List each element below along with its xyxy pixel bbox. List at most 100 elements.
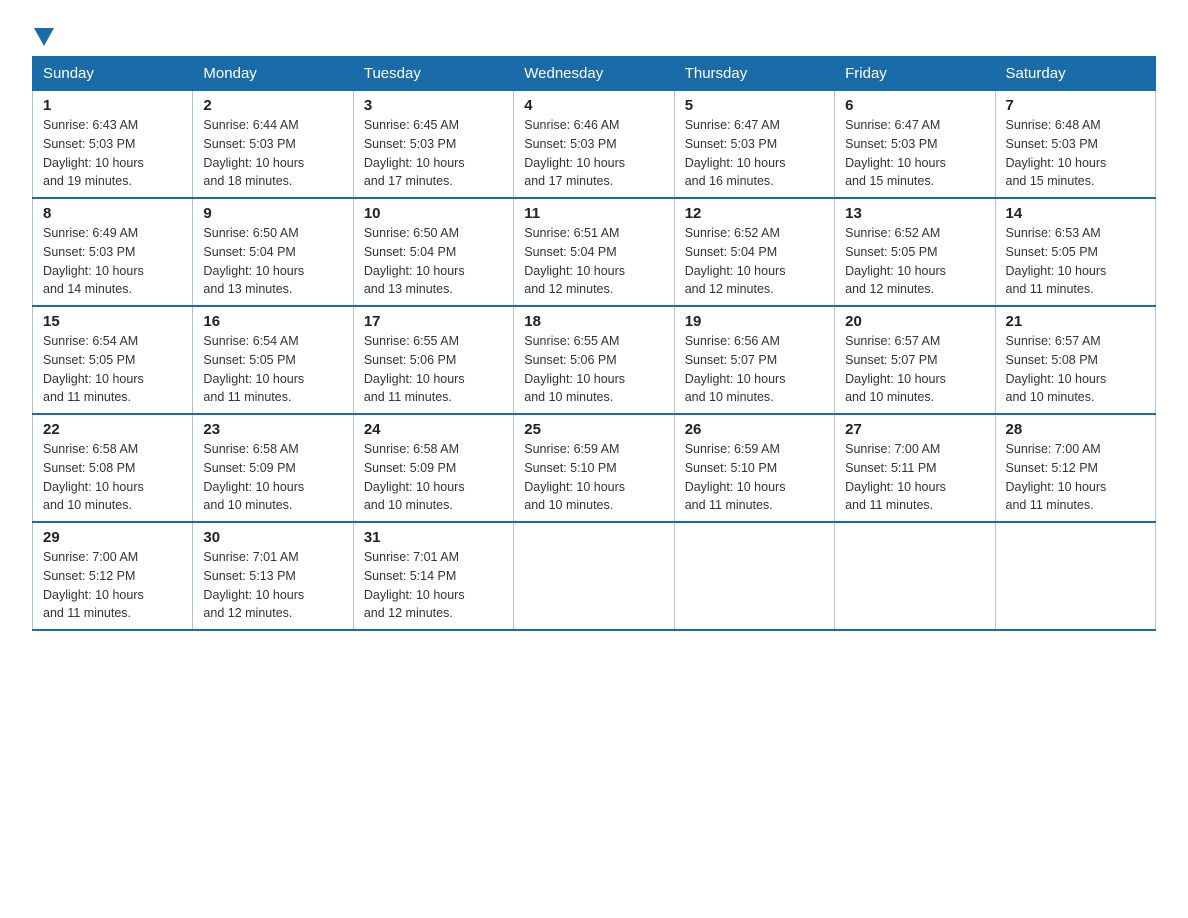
calendar-day-cell: 24 Sunrise: 6:58 AM Sunset: 5:09 PM Dayl… bbox=[353, 414, 513, 522]
day-info: Sunrise: 6:46 AM Sunset: 5:03 PM Dayligh… bbox=[524, 116, 663, 191]
day-number: 14 bbox=[1006, 205, 1145, 222]
calendar-day-cell: 25 Sunrise: 6:59 AM Sunset: 5:10 PM Dayl… bbox=[514, 414, 674, 522]
day-number: 7 bbox=[1006, 97, 1145, 114]
day-number: 18 bbox=[524, 313, 663, 330]
day-number: 6 bbox=[845, 97, 984, 114]
day-info: Sunrise: 6:55 AM Sunset: 5:06 PM Dayligh… bbox=[524, 332, 663, 407]
calendar-day-cell: 10 Sunrise: 6:50 AM Sunset: 5:04 PM Dayl… bbox=[353, 198, 513, 306]
logo-triangle-icon bbox=[34, 28, 54, 46]
calendar-day-cell: 15 Sunrise: 6:54 AM Sunset: 5:05 PM Dayl… bbox=[33, 306, 193, 414]
day-info: Sunrise: 6:50 AM Sunset: 5:04 PM Dayligh… bbox=[364, 224, 503, 299]
day-number: 29 bbox=[43, 529, 182, 546]
day-info: Sunrise: 6:51 AM Sunset: 5:04 PM Dayligh… bbox=[524, 224, 663, 299]
day-info: Sunrise: 6:54 AM Sunset: 5:05 PM Dayligh… bbox=[43, 332, 182, 407]
calendar-day-cell: 30 Sunrise: 7:01 AM Sunset: 5:13 PM Dayl… bbox=[193, 522, 353, 630]
day-number: 30 bbox=[203, 529, 342, 546]
weekday-header-tuesday: Tuesday bbox=[353, 57, 513, 91]
day-info: Sunrise: 7:01 AM Sunset: 5:13 PM Dayligh… bbox=[203, 548, 342, 623]
calendar-day-cell: 12 Sunrise: 6:52 AM Sunset: 5:04 PM Dayl… bbox=[674, 198, 834, 306]
day-info: Sunrise: 7:00 AM Sunset: 5:12 PM Dayligh… bbox=[1006, 440, 1145, 515]
day-number: 31 bbox=[364, 529, 503, 546]
day-info: Sunrise: 6:50 AM Sunset: 5:04 PM Dayligh… bbox=[203, 224, 342, 299]
day-number: 15 bbox=[43, 313, 182, 330]
calendar-day-cell: 22 Sunrise: 6:58 AM Sunset: 5:08 PM Dayl… bbox=[33, 414, 193, 522]
calendar-day-cell bbox=[514, 522, 674, 630]
calendar-week-row: 15 Sunrise: 6:54 AM Sunset: 5:05 PM Dayl… bbox=[33, 306, 1156, 414]
day-number: 16 bbox=[203, 313, 342, 330]
calendar-day-cell: 26 Sunrise: 6:59 AM Sunset: 5:10 PM Dayl… bbox=[674, 414, 834, 522]
calendar-week-row: 1 Sunrise: 6:43 AM Sunset: 5:03 PM Dayli… bbox=[33, 91, 1156, 199]
weekday-header-friday: Friday bbox=[835, 57, 995, 91]
day-number: 5 bbox=[685, 97, 824, 114]
calendar-day-cell: 5 Sunrise: 6:47 AM Sunset: 5:03 PM Dayli… bbox=[674, 91, 834, 199]
day-number: 17 bbox=[364, 313, 503, 330]
day-number: 21 bbox=[1006, 313, 1145, 330]
day-number: 22 bbox=[43, 421, 182, 438]
calendar-day-cell bbox=[835, 522, 995, 630]
day-info: Sunrise: 6:44 AM Sunset: 5:03 PM Dayligh… bbox=[203, 116, 342, 191]
calendar-day-cell: 23 Sunrise: 6:58 AM Sunset: 5:09 PM Dayl… bbox=[193, 414, 353, 522]
day-number: 28 bbox=[1006, 421, 1145, 438]
calendar-body: 1 Sunrise: 6:43 AM Sunset: 5:03 PM Dayli… bbox=[33, 91, 1156, 631]
day-info: Sunrise: 6:53 AM Sunset: 5:05 PM Dayligh… bbox=[1006, 224, 1145, 299]
calendar-day-cell: 8 Sunrise: 6:49 AM Sunset: 5:03 PM Dayli… bbox=[33, 198, 193, 306]
day-number: 11 bbox=[524, 205, 663, 222]
weekday-header-saturday: Saturday bbox=[995, 57, 1155, 91]
calendar-day-cell bbox=[674, 522, 834, 630]
calendar-day-cell: 29 Sunrise: 7:00 AM Sunset: 5:12 PM Dayl… bbox=[33, 522, 193, 630]
day-number: 27 bbox=[845, 421, 984, 438]
calendar-week-row: 22 Sunrise: 6:58 AM Sunset: 5:08 PM Dayl… bbox=[33, 414, 1156, 522]
day-number: 3 bbox=[364, 97, 503, 114]
day-info: Sunrise: 6:52 AM Sunset: 5:04 PM Dayligh… bbox=[685, 224, 824, 299]
day-number: 26 bbox=[685, 421, 824, 438]
page-header bbox=[32, 24, 1156, 46]
calendar-day-cell: 27 Sunrise: 7:00 AM Sunset: 5:11 PM Dayl… bbox=[835, 414, 995, 522]
calendar-day-cell: 19 Sunrise: 6:56 AM Sunset: 5:07 PM Dayl… bbox=[674, 306, 834, 414]
calendar-header: SundayMondayTuesdayWednesdayThursdayFrid… bbox=[33, 57, 1156, 91]
day-info: Sunrise: 7:00 AM Sunset: 5:11 PM Dayligh… bbox=[845, 440, 984, 515]
day-info: Sunrise: 7:00 AM Sunset: 5:12 PM Dayligh… bbox=[43, 548, 182, 623]
day-info: Sunrise: 6:59 AM Sunset: 5:10 PM Dayligh… bbox=[524, 440, 663, 515]
day-info: Sunrise: 6:54 AM Sunset: 5:05 PM Dayligh… bbox=[203, 332, 342, 407]
day-info: Sunrise: 6:59 AM Sunset: 5:10 PM Dayligh… bbox=[685, 440, 824, 515]
day-number: 4 bbox=[524, 97, 663, 114]
day-info: Sunrise: 6:58 AM Sunset: 5:09 PM Dayligh… bbox=[203, 440, 342, 515]
day-info: Sunrise: 6:58 AM Sunset: 5:08 PM Dayligh… bbox=[43, 440, 182, 515]
calendar-day-cell: 1 Sunrise: 6:43 AM Sunset: 5:03 PM Dayli… bbox=[33, 91, 193, 199]
day-number: 1 bbox=[43, 97, 182, 114]
day-info: Sunrise: 6:57 AM Sunset: 5:07 PM Dayligh… bbox=[845, 332, 984, 407]
day-number: 9 bbox=[203, 205, 342, 222]
calendar-day-cell: 4 Sunrise: 6:46 AM Sunset: 5:03 PM Dayli… bbox=[514, 91, 674, 199]
calendar-week-row: 8 Sunrise: 6:49 AM Sunset: 5:03 PM Dayli… bbox=[33, 198, 1156, 306]
day-info: Sunrise: 6:45 AM Sunset: 5:03 PM Dayligh… bbox=[364, 116, 503, 191]
calendar-day-cell: 16 Sunrise: 6:54 AM Sunset: 5:05 PM Dayl… bbox=[193, 306, 353, 414]
day-info: Sunrise: 6:47 AM Sunset: 5:03 PM Dayligh… bbox=[845, 116, 984, 191]
calendar-day-cell: 31 Sunrise: 7:01 AM Sunset: 5:14 PM Dayl… bbox=[353, 522, 513, 630]
weekday-header-thursday: Thursday bbox=[674, 57, 834, 91]
day-number: 25 bbox=[524, 421, 663, 438]
weekday-header-monday: Monday bbox=[193, 57, 353, 91]
day-info: Sunrise: 6:49 AM Sunset: 5:03 PM Dayligh… bbox=[43, 224, 182, 299]
day-number: 8 bbox=[43, 205, 182, 222]
calendar-day-cell: 6 Sunrise: 6:47 AM Sunset: 5:03 PM Dayli… bbox=[835, 91, 995, 199]
weekday-header-sunday: Sunday bbox=[33, 57, 193, 91]
calendar-day-cell: 13 Sunrise: 6:52 AM Sunset: 5:05 PM Dayl… bbox=[835, 198, 995, 306]
day-number: 10 bbox=[364, 205, 503, 222]
calendar-day-cell: 18 Sunrise: 6:55 AM Sunset: 5:06 PM Dayl… bbox=[514, 306, 674, 414]
day-number: 12 bbox=[685, 205, 824, 222]
day-info: Sunrise: 6:47 AM Sunset: 5:03 PM Dayligh… bbox=[685, 116, 824, 191]
day-number: 19 bbox=[685, 313, 824, 330]
calendar-day-cell: 11 Sunrise: 6:51 AM Sunset: 5:04 PM Dayl… bbox=[514, 198, 674, 306]
day-number: 2 bbox=[203, 97, 342, 114]
calendar-day-cell: 7 Sunrise: 6:48 AM Sunset: 5:03 PM Dayli… bbox=[995, 91, 1155, 199]
calendar-day-cell: 28 Sunrise: 7:00 AM Sunset: 5:12 PM Dayl… bbox=[995, 414, 1155, 522]
day-number: 24 bbox=[364, 421, 503, 438]
day-info: Sunrise: 6:58 AM Sunset: 5:09 PM Dayligh… bbox=[364, 440, 503, 515]
calendar-table: SundayMondayTuesdayWednesdayThursdayFrid… bbox=[32, 56, 1156, 631]
day-number: 20 bbox=[845, 313, 984, 330]
calendar-day-cell: 17 Sunrise: 6:55 AM Sunset: 5:06 PM Dayl… bbox=[353, 306, 513, 414]
calendar-day-cell bbox=[995, 522, 1155, 630]
calendar-day-cell: 20 Sunrise: 6:57 AM Sunset: 5:07 PM Dayl… bbox=[835, 306, 995, 414]
day-info: Sunrise: 6:52 AM Sunset: 5:05 PM Dayligh… bbox=[845, 224, 984, 299]
day-info: Sunrise: 6:48 AM Sunset: 5:03 PM Dayligh… bbox=[1006, 116, 1145, 191]
